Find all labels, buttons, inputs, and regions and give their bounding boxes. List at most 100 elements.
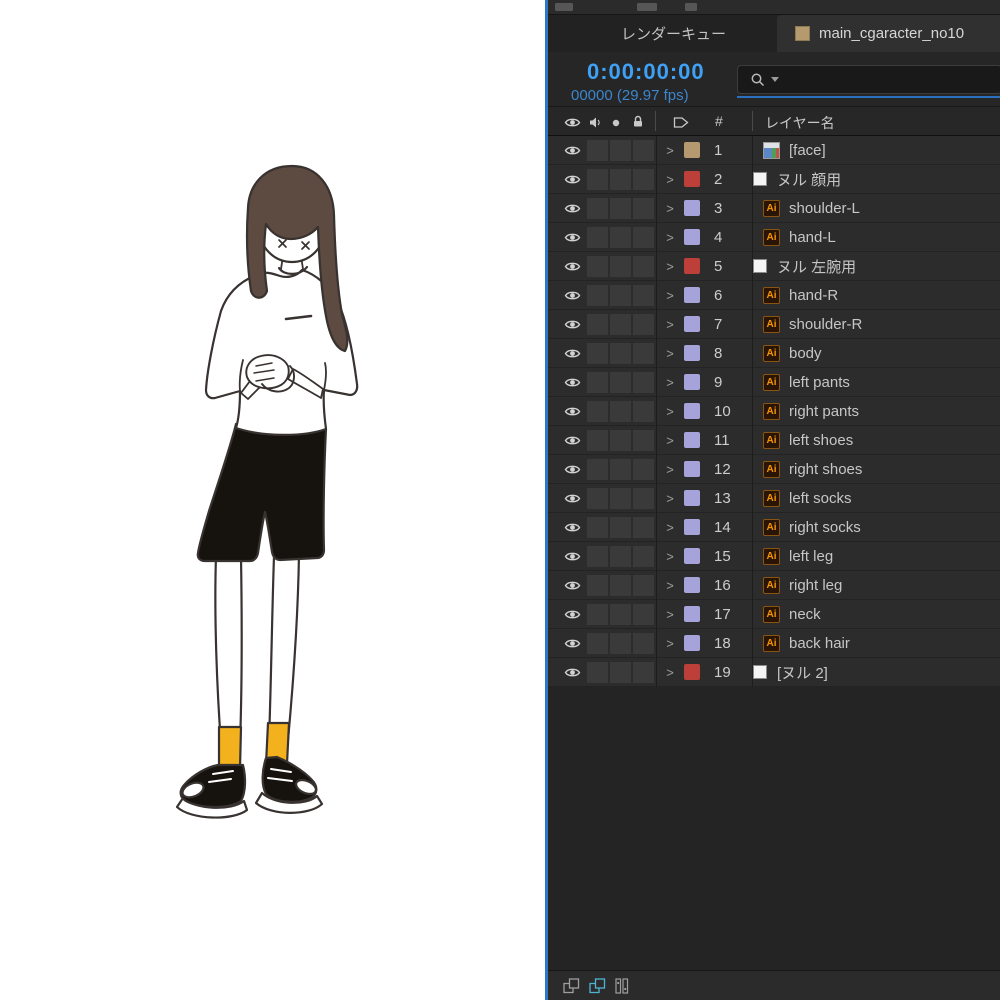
label-color-swatch[interactable] <box>684 316 700 332</box>
layer-switches[interactable] <box>587 343 656 364</box>
visibility-eye-icon[interactable] <box>545 174 587 185</box>
layer-switches[interactable] <box>587 372 656 393</box>
layer-row[interactable]: > 19 [ヌル 2] <box>545 658 1000 687</box>
audio-switch-cell[interactable] <box>587 459 608 480</box>
layer-row[interactable]: > 15 Ai left leg <box>545 542 1000 571</box>
solo-switch-cell[interactable] <box>610 517 631 538</box>
layer-name[interactable]: left shoes <box>780 432 853 449</box>
audio-switch-cell[interactable] <box>587 169 608 190</box>
lock-switch-cell[interactable] <box>633 285 654 306</box>
layer-name[interactable]: left socks <box>780 490 852 507</box>
layer-name[interactable]: left leg <box>780 548 833 565</box>
layer-name[interactable]: right pants <box>780 403 859 420</box>
toggle-layer-switches-icon[interactable] <box>563 978 580 994</box>
expand-arrow[interactable]: > <box>656 230 684 245</box>
label-color-swatch[interactable] <box>684 142 700 158</box>
visibility-eye-icon[interactable] <box>545 348 587 359</box>
layer-row[interactable]: > 13 Ai left socks <box>545 484 1000 513</box>
visibility-eye-icon[interactable] <box>545 377 587 388</box>
layer-row[interactable]: > 4 Ai hand-L <box>545 223 1000 252</box>
expand-arrow[interactable]: > <box>656 201 684 216</box>
visibility-eye-icon[interactable] <box>545 232 587 243</box>
layer-switches[interactable] <box>587 256 656 277</box>
lock-switch-cell[interactable] <box>633 343 654 364</box>
layer-name[interactable]: left pants <box>780 374 850 391</box>
layer-switches[interactable] <box>587 401 656 422</box>
layer-name[interactable]: shoulder-L <box>780 200 860 217</box>
layer-row[interactable]: > 3 Ai shoulder-L <box>545 194 1000 223</box>
expand-arrow[interactable]: > <box>656 607 684 622</box>
lock-switch-cell[interactable] <box>633 140 654 161</box>
label-color-swatch[interactable] <box>684 287 700 303</box>
layer-switches[interactable] <box>587 459 656 480</box>
label-color-swatch[interactable] <box>684 606 700 622</box>
layer-row[interactable]: > 1 [face] <box>545 136 1000 165</box>
layer-name[interactable]: neck <box>780 606 821 623</box>
audio-switch-cell[interactable] <box>587 256 608 277</box>
visibility-eye-icon[interactable] <box>545 580 587 591</box>
lock-switch-cell[interactable] <box>633 227 654 248</box>
layer-switches[interactable] <box>587 488 656 509</box>
tab-composition[interactable]: main_cgaracter_no10 <box>777 15 1000 52</box>
visibility-eye-icon[interactable] <box>545 145 587 156</box>
solo-switch-cell[interactable] <box>610 343 631 364</box>
solo-switch-cell[interactable] <box>610 604 631 625</box>
layer-name[interactable]: ヌル 左腕用 <box>768 256 856 277</box>
current-timecode[interactable]: 0:00:00:00 <box>587 59 705 85</box>
expand-arrow[interactable]: > <box>656 172 684 187</box>
solo-switch-cell[interactable] <box>610 169 631 190</box>
lock-switch-cell[interactable] <box>633 488 654 509</box>
layer-switches[interactable] <box>587 314 656 335</box>
layer-row[interactable]: > 16 Ai right leg <box>545 571 1000 600</box>
solo-switch-cell[interactable] <box>610 575 631 596</box>
audio-switch-cell[interactable] <box>587 662 608 683</box>
lock-switch-cell[interactable] <box>633 372 654 393</box>
audio-switch-cell[interactable] <box>587 604 608 625</box>
audio-switch-cell[interactable] <box>587 633 608 654</box>
layer-name[interactable]: [ヌル 2] <box>768 662 828 683</box>
layer-switches[interactable] <box>587 662 656 683</box>
audio-switch-cell[interactable] <box>587 430 608 451</box>
visibility-eye-icon[interactable] <box>545 667 587 678</box>
label-color-swatch[interactable] <box>684 403 700 419</box>
label-color-swatch[interactable] <box>684 171 700 187</box>
label-color-swatch[interactable] <box>684 374 700 390</box>
expand-arrow[interactable]: > <box>656 549 684 564</box>
solo-switch-cell[interactable] <box>610 459 631 480</box>
expand-arrow[interactable]: > <box>656 665 684 680</box>
audio-switch-cell[interactable] <box>587 488 608 509</box>
layer-switches[interactable] <box>587 604 656 625</box>
lock-switch-cell[interactable] <box>633 575 654 596</box>
layer-row[interactable]: > 8 Ai body <box>545 339 1000 368</box>
audio-switch-cell[interactable] <box>587 140 608 161</box>
layer-row[interactable]: > 6 Ai hand-R <box>545 281 1000 310</box>
lock-switch-cell[interactable] <box>633 662 654 683</box>
visibility-eye-icon[interactable] <box>545 464 587 475</box>
solo-switch-cell[interactable] <box>610 372 631 393</box>
audio-switch-cell[interactable] <box>587 401 608 422</box>
audio-switch-cell[interactable] <box>587 517 608 538</box>
visibility-eye-icon[interactable] <box>545 522 587 533</box>
visibility-eye-icon[interactable] <box>545 638 587 649</box>
solo-switch-cell[interactable] <box>610 662 631 683</box>
expand-arrow[interactable]: > <box>656 462 684 477</box>
expand-arrow[interactable]: > <box>656 346 684 361</box>
audio-switch-cell[interactable] <box>587 372 608 393</box>
solo-switch-cell[interactable] <box>610 546 631 567</box>
label-color-swatch[interactable] <box>684 635 700 651</box>
audio-switch-cell[interactable] <box>587 285 608 306</box>
layer-switches[interactable] <box>587 517 656 538</box>
layer-switches[interactable] <box>587 575 656 596</box>
lock-switch-cell[interactable] <box>633 401 654 422</box>
layer-switches[interactable] <box>587 285 656 306</box>
solo-switch-cell[interactable] <box>610 227 631 248</box>
audio-switch-cell[interactable] <box>587 198 608 219</box>
tab-render-queue[interactable]: レンダーキュー <box>605 15 742 52</box>
layer-name[interactable]: back hair <box>780 635 850 652</box>
label-color-swatch[interactable] <box>684 548 700 564</box>
expand-arrow[interactable]: > <box>656 259 684 274</box>
layer-row[interactable]: > 11 Ai left shoes <box>545 426 1000 455</box>
audio-switch-cell[interactable] <box>587 343 608 364</box>
layer-name[interactable]: right socks <box>780 519 861 536</box>
layer-name[interactable]: hand-L <box>780 229 836 246</box>
